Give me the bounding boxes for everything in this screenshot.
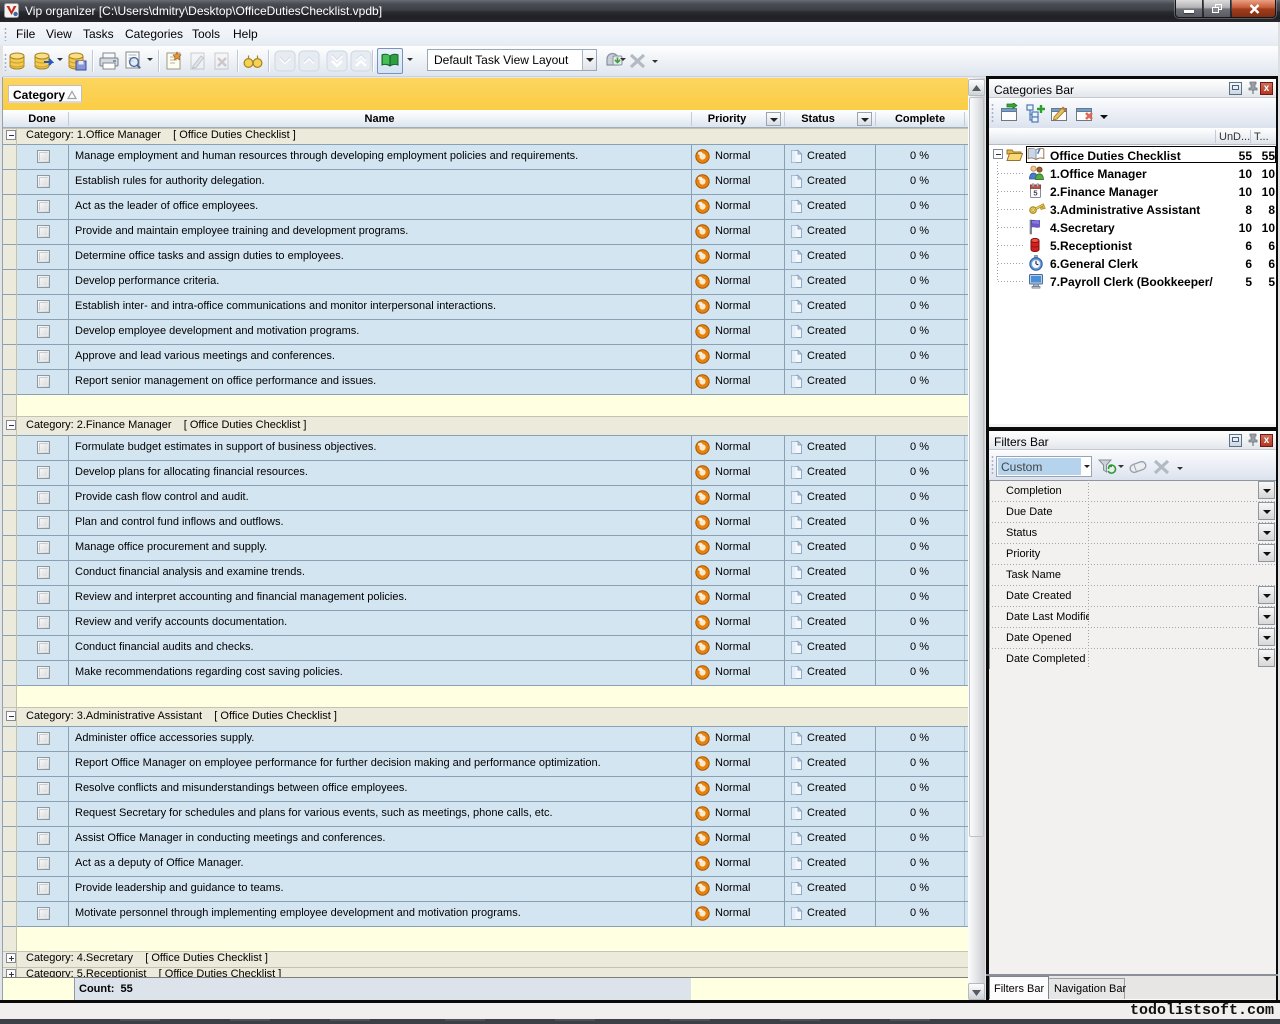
svg-text:5: 5 [1033,189,1037,198]
